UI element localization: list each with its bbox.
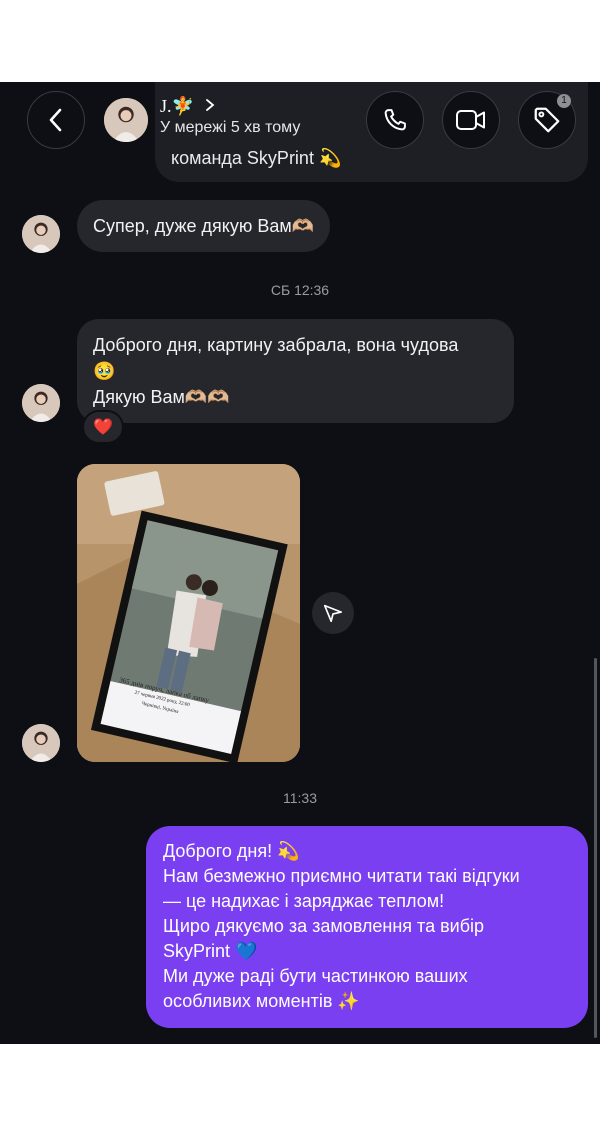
outgoing-message[interactable]: Доброго дня! 💫 Нам безмежно приємно чита… xyxy=(146,826,588,1028)
share-button[interactable] xyxy=(312,592,354,634)
incoming-message[interactable]: Супер, дуже дякую Вам🫶🏼 xyxy=(77,200,331,252)
timestamp: СБ 12:36 xyxy=(270,282,330,298)
banner-text: команда SkyPrint 💫 xyxy=(171,148,342,168)
chat-screen: команда SkyPrint 💫 Ј.🧚 У мережі 5 хв том… xyxy=(0,82,600,1044)
contact-info[interactable]: Ј.🧚 У мережі 5 хв тому xyxy=(160,96,300,137)
reply-line: Нам безмежно приємно читати такі відгуки xyxy=(163,866,520,886)
message-text: Доброго дня, картину забрала, вона чудов… xyxy=(93,335,459,355)
reply-line: особливих моментів ✨ xyxy=(163,991,360,1011)
phone-icon xyxy=(384,109,406,131)
sender-avatar[interactable] xyxy=(22,724,60,762)
timestamp: 11:33 xyxy=(283,790,317,806)
photo-message[interactable]: 365 днів поруч, лапка об лапку 27 червня… xyxy=(77,464,300,762)
back-button[interactable] xyxy=(27,91,85,149)
contact-name: Ј.🧚 xyxy=(160,96,194,116)
tag-icon xyxy=(534,107,560,133)
call-button[interactable] xyxy=(366,91,424,149)
share-icon xyxy=(323,604,343,623)
tag-badge: 1 xyxy=(557,94,571,108)
sender-avatar[interactable] xyxy=(22,215,60,253)
sender-avatar[interactable] xyxy=(22,384,60,422)
contact-avatar[interactable] xyxy=(104,98,148,142)
reply-line: SkyPrint 💙 xyxy=(163,941,258,961)
reply-line: — це надихає і заряджає теплом! xyxy=(163,891,445,911)
message-text: Дякую Вам🫶🏼🫶🏼 xyxy=(93,387,230,407)
chevron-right-icon xyxy=(206,99,215,111)
contact-status: У мережі 5 хв тому xyxy=(160,119,301,136)
reply-line: Щиро дякуємо за замовлення та вибір xyxy=(163,916,485,936)
video-icon xyxy=(456,110,485,130)
reply-line: Доброго дня! 💫 xyxy=(163,841,300,861)
message-text: 🥹 xyxy=(93,361,116,381)
message-text: Супер, дуже дякую Вам🫶🏼 xyxy=(93,216,315,236)
reaction-badge[interactable]: ❤️ xyxy=(82,410,124,444)
scrollbar[interactable] xyxy=(594,658,597,1038)
heart-reaction: ❤️ xyxy=(93,419,113,436)
video-call-button[interactable] xyxy=(442,91,500,149)
reply-line: Ми дуже раді бути частинкою ваших xyxy=(163,966,468,986)
back-icon xyxy=(49,108,62,132)
tag-button[interactable]: 1 xyxy=(518,91,576,149)
incoming-message[interactable]: Доброго дня, картину забрала, вона чудов… xyxy=(77,319,514,423)
